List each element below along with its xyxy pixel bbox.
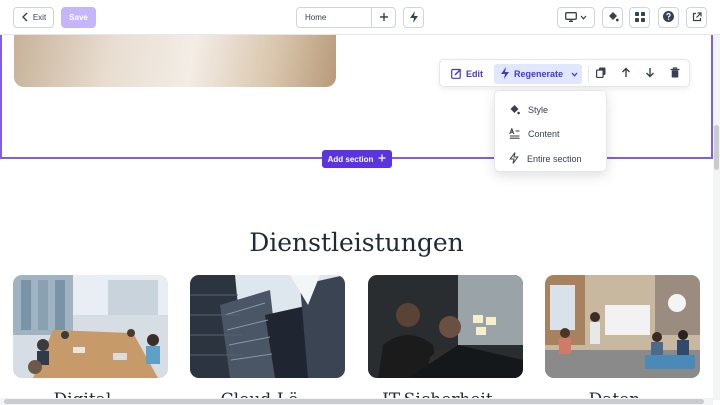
plus-icon [379, 12, 389, 24]
page-select-value: Home [305, 13, 327, 22]
ai-actions-button[interactable] [403, 7, 424, 28]
bolt-icon [409, 10, 419, 25]
move-section-up-button[interactable] [616, 64, 636, 84]
device-preview-select[interactable] [557, 7, 595, 28]
chevron-down-icon [580, 13, 587, 22]
menu-item-label: Content [528, 129, 560, 139]
edit-label: Edit [466, 69, 483, 79]
open-external-button[interactable] [686, 7, 707, 28]
toolbar-divider [588, 66, 589, 82]
add-section-label: Add section [327, 154, 374, 164]
edit-section-button[interactable]: Edit [449, 64, 489, 84]
vertical-scrollbar[interactable] [713, 35, 720, 400]
move-section-down-button[interactable] [640, 64, 660, 84]
add-section-button[interactable]: Add section [322, 150, 392, 168]
apps-button[interactable] [629, 7, 650, 28]
menu-item-style[interactable]: Style [495, 98, 608, 122]
editor-toolbar: Exit Save Home [0, 0, 720, 35]
services-heading: Dienstleistungen [249, 228, 464, 257]
help-button[interactable] [658, 7, 679, 28]
add-page-button[interactable] [371, 7, 396, 28]
theme-button[interactable] [602, 7, 623, 28]
help-icon [663, 11, 674, 24]
menu-item-content[interactable]: Content [495, 122, 608, 146]
grid-icon [634, 11, 645, 24]
menu-item-label: Style [528, 105, 549, 115]
vertical-scrollbar-thumb[interactable] [714, 125, 719, 170]
horizontal-scrollbar-thumb[interactable] [4, 399, 704, 404]
paint-bucket-icon [509, 104, 520, 117]
regenerate-button[interactable]: Regenerate [494, 64, 582, 84]
hero-image[interactable] [14, 35, 336, 87]
duplicate-section-button[interactable] [591, 64, 611, 84]
trash-icon [670, 65, 680, 83]
menu-item-label: Entire section [527, 154, 582, 164]
service-card-image[interactable] [190, 275, 345, 378]
delete-section-button[interactable] [665, 64, 685, 84]
edit-icon [451, 68, 462, 81]
save-label: Save [69, 13, 88, 22]
chevron-left-icon [21, 12, 29, 24]
arrow-down-icon [645, 65, 655, 83]
exit-label: Exit [32, 13, 47, 22]
copy-icon [596, 65, 606, 83]
horizontal-scrollbar[interactable] [0, 398, 713, 405]
desktop-icon [565, 11, 577, 24]
page-canvas: Edit Regenerate Style Content Entire sec… [0, 35, 713, 400]
regenerate-menu: Style Content Entire section [494, 90, 607, 172]
bolt-icon [500, 67, 510, 81]
arrow-up-icon [621, 65, 631, 83]
service-card-image[interactable] [368, 275, 523, 378]
chevron-down-icon [571, 69, 578, 79]
plus-icon [378, 154, 386, 164]
menu-item-entire-section[interactable]: Entire section [495, 147, 608, 171]
regenerate-label: Regenerate [514, 69, 564, 79]
save-button[interactable]: Save [61, 7, 96, 28]
service-card-image[interactable] [13, 275, 168, 378]
bolt-icon [509, 152, 519, 166]
section-toolbar: Edit Regenerate [439, 59, 690, 87]
text-content-icon [509, 126, 520, 141]
page-select[interactable]: Home [296, 7, 372, 28]
external-link-icon [692, 11, 702, 24]
service-card-image[interactable] [545, 275, 700, 378]
exit-button[interactable]: Exit [13, 7, 54, 28]
paint-bucket-icon [607, 11, 619, 25]
